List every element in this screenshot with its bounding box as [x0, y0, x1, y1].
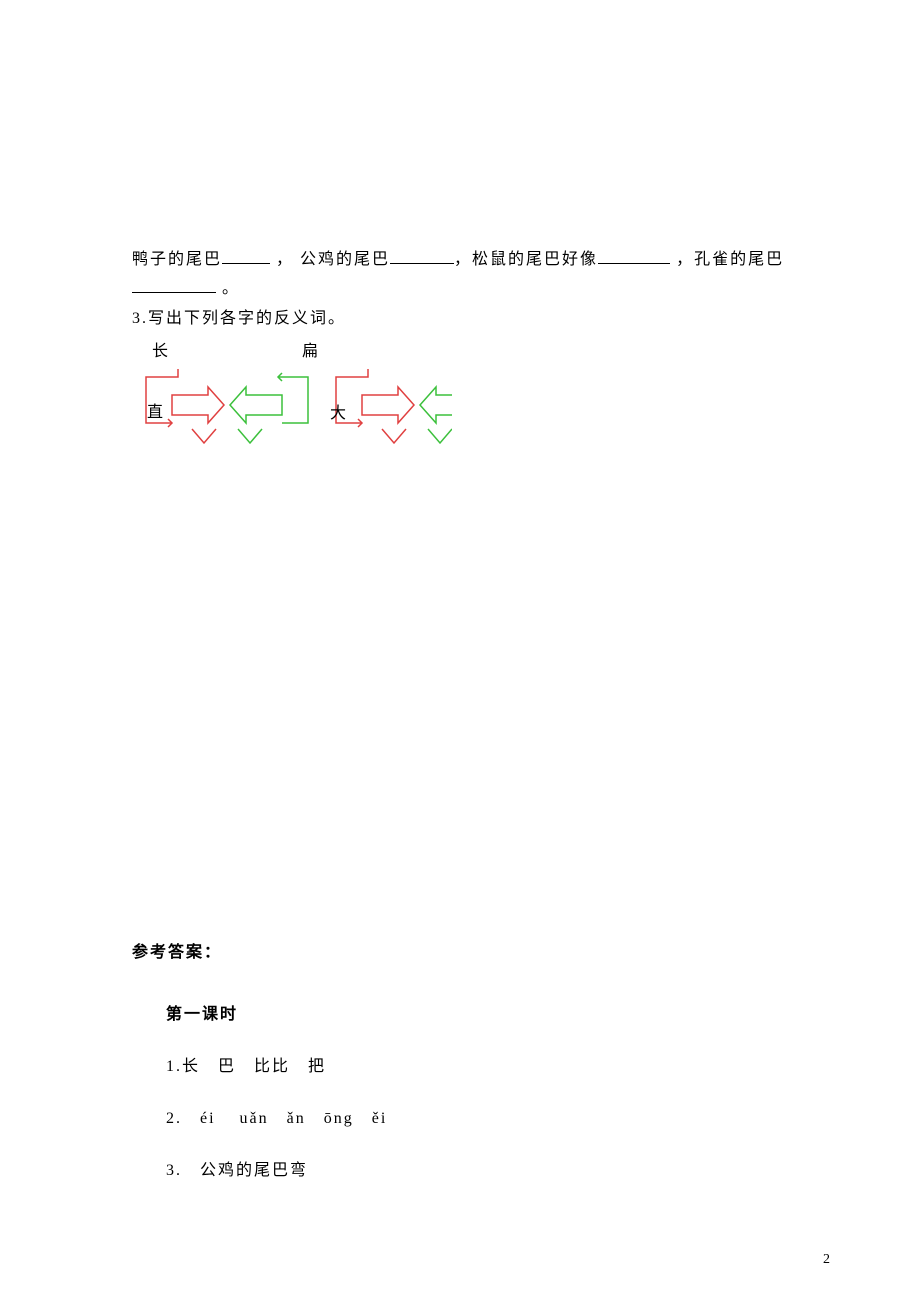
antonym-arrows-diagram: 直 大 [132, 365, 830, 451]
answer-item-2: 2. éi uǎn ǎn ōng ěi [166, 1104, 387, 1128]
answer-item-1: 1.长 巴 比比 把 [166, 1052, 387, 1076]
char-chang: 长 [152, 337, 168, 361]
char-da: 大 [330, 399, 346, 423]
answers-title: 参考答案： [132, 938, 387, 962]
answer-item-3: 3. 公鸡的尾巴弯 [166, 1156, 387, 1180]
blank-1[interactable] [222, 245, 270, 264]
char-zhi: 直 [147, 398, 163, 422]
antonym-chars-top: 长 扁 [132, 337, 830, 363]
blank-3[interactable] [598, 245, 670, 264]
q2-c2: ，松鼠的尾巴好像 [454, 251, 598, 268]
page-number: 2 [823, 1252, 830, 1268]
answers-section: 参考答案： 第一课时 1.长 巴 比比 把 2. éi uǎn ǎn ōng ě… [132, 938, 387, 1180]
lesson-title: 第一课时 [166, 1000, 387, 1024]
q2-p2: 公鸡的尾巴 [300, 251, 390, 268]
q2-period: 。 [216, 280, 240, 297]
blank-4[interactable] [132, 274, 216, 293]
q2-c1: ， [276, 251, 294, 268]
question-3-label: 3.写出下列各字的反义词。 [132, 305, 830, 333]
q2-p1: 鸭子的尾巴 [132, 251, 222, 268]
arrows-svg [132, 365, 452, 451]
blank-2[interactable] [390, 245, 454, 264]
question-2-line: 鸭子的尾巴 ， 公鸡的尾巴 ，松鼠的尾巴好像 ，孔雀的尾巴 。 [132, 245, 830, 303]
char-bian: 扁 [302, 337, 318, 361]
q2-c3: ，孔雀的尾巴 [676, 251, 784, 268]
